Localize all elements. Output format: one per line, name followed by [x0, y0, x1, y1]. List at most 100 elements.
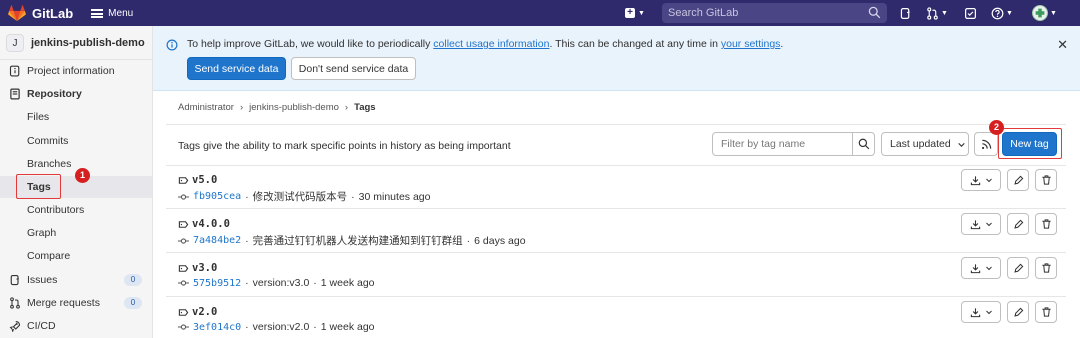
download-icon [970, 307, 980, 317]
help-nav-button[interactable]: ▼ [991, 5, 1013, 21]
breadcrumb: Administrator › jenkins-publish-demo › T… [178, 102, 376, 113]
gitlab-logo[interactable]: GitLab [8, 4, 73, 22]
sidebar-item-issues[interactable]: Issues 0 [0, 269, 152, 291]
commit-time: 6 days ago [474, 234, 526, 247]
sidebar-item-label: Repository [27, 88, 82, 100]
project-header[interactable]: J jenkins-publish-demo [0, 26, 152, 60]
commit-sha-link[interactable]: 575b9512 [193, 278, 241, 289]
breadcrumb-item-project[interactable]: jenkins-publish-demo [249, 102, 339, 113]
todos-nav-button[interactable] [964, 5, 977, 21]
create-new-button[interactable]: + ▼ [620, 5, 650, 21]
breadcrumb-item-administrator[interactable]: Administrator [178, 102, 234, 113]
plus-icon: + [625, 8, 636, 18]
download-dropdown-button[interactable] [961, 301, 1001, 323]
tag-actions [961, 169, 1057, 191]
sort-dropdown[interactable]: Last updated [881, 132, 969, 156]
user-menu-button[interactable]: ▼ [1032, 5, 1057, 21]
sidebar-item-commits[interactable]: Commits [0, 130, 152, 152]
tag-name[interactable]: v4.0.0 [178, 218, 230, 230]
tag-name[interactable]: v5.0 [178, 174, 217, 186]
delete-tag-button[interactable] [1035, 257, 1057, 279]
tag-name[interactable]: v2.0 [178, 306, 217, 318]
chevron-down-icon [985, 266, 992, 271]
sidebar-item-graph[interactable]: Graph [0, 222, 152, 244]
issues-icon [900, 7, 910, 19]
rss-icon [981, 139, 991, 149]
separator: · [245, 321, 249, 333]
download-dropdown-button[interactable] [961, 169, 1001, 191]
search-input[interactable]: Search GitLab [662, 3, 887, 23]
sidebar-item-label: Commits [27, 135, 69, 147]
tag-actions [961, 257, 1057, 279]
sidebar-item-files[interactable]: Files [0, 106, 152, 128]
commit-icon [178, 193, 189, 200]
commit-message: version:v3.0 [252, 277, 310, 289]
annotation-marker-2: 2 [989, 120, 1004, 135]
tag-commit-info: 3ef014c0 · version:v2.0 · 1 week ago [178, 321, 375, 333]
merge-requests-nav-button[interactable]: ▼ [926, 5, 948, 21]
chevron-down-icon: ▼ [638, 9, 645, 17]
edit-release-notes-button[interactable] [1007, 257, 1029, 279]
sidebar-item-label: CI/CD [27, 320, 56, 332]
tag-icon [178, 308, 189, 316]
trash-icon [1041, 175, 1051, 185]
sidebar-item-ci-cd[interactable]: CI/CD [0, 315, 152, 337]
delete-tag-button[interactable] [1035, 169, 1057, 191]
commit-sha-link[interactable]: fb905cea [193, 191, 241, 202]
tag-name-text: v3.0 [192, 262, 218, 274]
filter-tags-input[interactable] [713, 133, 853, 155]
download-dropdown-button[interactable] [961, 213, 1001, 235]
download-dropdown-button[interactable] [961, 257, 1001, 279]
sidebar-item-merge-requests[interactable]: Merge requests 0 [0, 292, 152, 314]
chevron-down-icon: ▼ [1006, 9, 1013, 17]
sidebar-item-label: Contributors [27, 204, 85, 216]
trash-icon [1041, 307, 1051, 317]
your-settings-link[interactable]: your settings [721, 38, 781, 50]
send-service-data-button[interactable]: Send service data [187, 57, 286, 80]
top-navbar: GitLab Menu + ▼ Search GitLab ▼ ▼ ▼ [0, 0, 1080, 26]
filter-search-button[interactable] [852, 133, 874, 155]
chevron-down-icon [985, 178, 992, 183]
tag-name[interactable]: v3.0 [178, 262, 217, 274]
divider [166, 252, 1066, 253]
sidebar-item-label: Branches [27, 158, 72, 170]
edit-release-notes-button[interactable] [1007, 213, 1029, 235]
commit-time: 30 minutes ago [358, 190, 431, 203]
rss-feed-button[interactable] [974, 132, 998, 156]
divider [166, 296, 1066, 297]
tag-actions [961, 301, 1057, 323]
menu-button[interactable]: Menu [91, 8, 133, 19]
breadcrumb-item-tags[interactable]: Tags [354, 102, 375, 113]
dont-send-service-data-button[interactable]: Don't send service data [291, 57, 416, 80]
separator: · [313, 321, 317, 333]
chevron-down-icon: ▼ [1050, 9, 1057, 17]
commit-sha-link[interactable]: 7a484be2 [193, 235, 241, 246]
sidebar-item-compare[interactable]: Compare [0, 245, 152, 267]
sidebar-item-contributors[interactable]: Contributors [0, 199, 152, 221]
chevron-right-icon: › [239, 102, 244, 113]
edit-release-notes-button[interactable] [1007, 301, 1029, 323]
pencil-icon [1013, 307, 1023, 317]
sort-label: Last updated [890, 138, 951, 150]
commit-sha-link[interactable]: 3ef014c0 [193, 322, 241, 333]
trash-icon [1041, 219, 1051, 229]
chevron-down-icon [985, 310, 992, 315]
hamburger-icon [91, 8, 104, 18]
delete-tag-button[interactable] [1035, 301, 1057, 323]
info-circle-icon [166, 39, 178, 51]
sidebar-item-project-information[interactable]: Project information [0, 60, 152, 82]
issues-nav-button[interactable] [899, 5, 912, 21]
sidebar-item-label: Merge requests [27, 297, 100, 309]
separator: · [313, 277, 317, 289]
edit-release-notes-button[interactable] [1007, 169, 1029, 191]
chevron-down-icon [958, 142, 965, 147]
tag-icon [178, 176, 189, 184]
sidebar-item-repository[interactable]: Repository [0, 83, 152, 105]
tag-actions [961, 213, 1057, 235]
commit-message: 完善通过钉钉机器人发送构建通知到钉钉群组 [252, 235, 463, 247]
close-icon[interactable]: ✕ [1057, 37, 1068, 53]
separator: · [466, 234, 471, 247]
tag-commit-info: fb905cea · 修改测试代码版本号 · 30 minutes ago [178, 189, 430, 204]
collect-usage-link[interactable]: collect usage information [433, 38, 549, 50]
delete-tag-button[interactable] [1035, 213, 1057, 235]
